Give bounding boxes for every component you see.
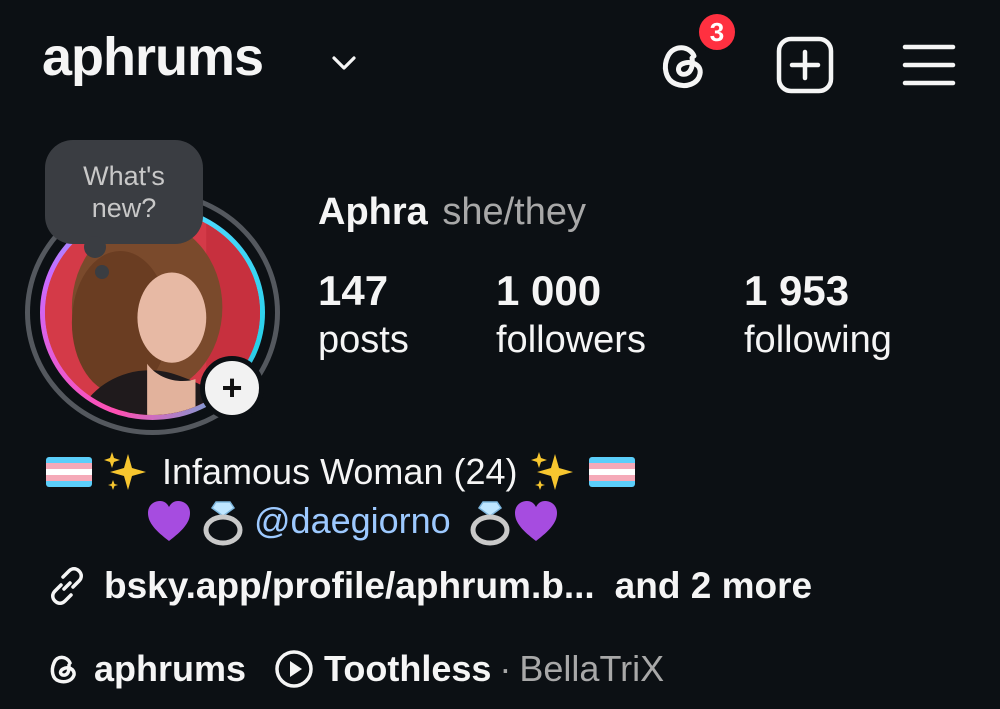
stat-followers[interactable]: 1 000 followers: [496, 267, 646, 367]
pronouns: she/they: [442, 191, 587, 233]
bio-line-2: @daegiorno: [146, 496, 559, 546]
note-line-2: new?: [91, 193, 157, 223]
stat-label: following: [744, 319, 892, 362]
purple-heart-icon: [514, 501, 557, 541]
stat-value: 1 953: [744, 267, 850, 314]
sparkles-icon: [531, 452, 574, 490]
purple-heart-icon: [148, 501, 190, 541]
note-bubble[interactable]: What's new?: [45, 140, 203, 244]
ring-icon: [470, 501, 510, 546]
display-name: Aphra: [318, 191, 428, 233]
notification-badge: 3: [695, 10, 739, 54]
profile-chips: aphrums Toothless · BellaTriX: [44, 648, 664, 690]
stat-label: followers: [496, 319, 646, 362]
bio-text: Infamous Woman (24): [162, 451, 518, 493]
link-icon: [51, 567, 83, 605]
threads-icon[interactable]: [44, 650, 82, 688]
stat-label: posts: [318, 319, 409, 362]
username-header[interactable]: aphrums: [42, 30, 264, 84]
threads-handle[interactable]: aphrums: [94, 648, 246, 690]
mention-link[interactable]: @daegiorno: [254, 499, 451, 542]
more-links[interactable]: and 2 more: [615, 565, 812, 607]
bio-line-1: Infamous Woman (24): [46, 450, 647, 494]
note-bubble-tail: [84, 236, 106, 258]
trans-flag-icon: [589, 457, 636, 487]
sparkles-icon: [104, 452, 146, 490]
song-artist: BellaTriX: [519, 648, 665, 689]
profile-link[interactable]: bsky.app/profile/aphrum.b...: [104, 565, 595, 607]
name-row: Aphra she/they: [318, 190, 586, 236]
external-links[interactable]: bsky.app/profile/aphrum.b... and 2 more: [46, 565, 812, 607]
chevron-down-icon[interactable]: [330, 52, 358, 74]
add-story-button[interactable]: +: [200, 356, 264, 420]
note-bubble-tail-dot: [95, 265, 109, 279]
stat-following[interactable]: 1 953 following: [744, 267, 892, 367]
stat-value: 147: [318, 267, 389, 314]
stat-value: 1 000: [496, 267, 602, 314]
song-title[interactable]: Toothless: [324, 648, 491, 690]
play-circle-icon[interactable]: [274, 649, 314, 689]
separator: ·: [499, 648, 512, 689]
trans-flag-icon: [46, 457, 92, 487]
hamburger-menu-icon[interactable]: [902, 42, 956, 88]
ring-icon: [203, 501, 243, 546]
plus-square-icon[interactable]: [776, 36, 834, 94]
note-line-1: What's: [83, 160, 165, 191]
stat-posts[interactable]: 147 posts: [318, 267, 409, 367]
